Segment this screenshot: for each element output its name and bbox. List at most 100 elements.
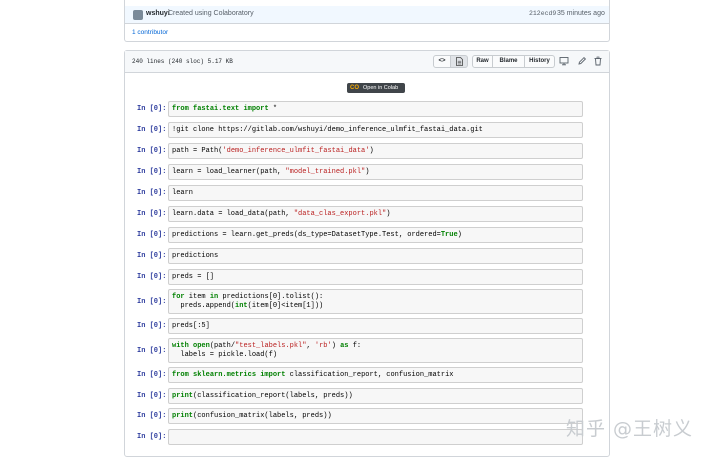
commit-sha-link[interactable]: 212ecd9 [529, 10, 556, 17]
code-icon: <> [438, 58, 446, 64]
cell-prompt: In [0]: [137, 297, 167, 306]
code-token: 'rb' [314, 342, 332, 350]
code-line: learn.data = load_data(path, "data_clas_… [172, 210, 579, 219]
code-token: , [306, 342, 315, 350]
code-input[interactable]: with open(path/"test_labels.pkl", 'rb') … [168, 338, 583, 363]
colab-badge-label: Open in Colab [363, 85, 399, 91]
code-token: sklearn.metrics [193, 371, 257, 379]
code-token: print [172, 392, 194, 400]
latest-commit-bar: wshuyi Created using Colaboratory 212ecd… [125, 6, 609, 24]
code-input[interactable]: predictions = learn.get_preds(ds_type=Da… [168, 227, 583, 243]
code-token: open [193, 342, 210, 350]
cell-prompt: In [0]: [137, 273, 167, 281]
code-input[interactable] [168, 429, 583, 445]
code-token: from [172, 105, 189, 113]
code-input[interactable]: path = Path('demo_inference_ulmfit_fasta… [168, 143, 583, 159]
open-in-colab-badge[interactable]: CO Open in Colab [347, 83, 405, 93]
code-token: !git clone https://gitlab.com/wshuyi/dem… [172, 126, 483, 134]
commit-box: wshuyi Created using Colaboratory 212ecd… [124, 0, 610, 42]
code-token: import [260, 371, 286, 379]
code-token: 'demo_inference_ulmfit_fastai_data' [222, 147, 370, 155]
code-line: print(confusion_matrix(labels, preds)) [172, 412, 579, 421]
code-token: ) [457, 231, 462, 239]
file-info: 240 lines (240 sloc) 5.17 KB [132, 58, 233, 65]
code-line: from fastai.text import * [172, 105, 579, 114]
cell-prompt: In [0]: [137, 231, 167, 239]
history-button[interactable]: History [525, 55, 555, 68]
code-line: learn = load_learner(path, "model_traine… [172, 168, 579, 177]
code-line: learn [172, 189, 579, 198]
cell-prompt: In [0]: [137, 433, 167, 441]
code-token: (confusion_matrix(labels, preds)) [193, 412, 332, 420]
code-line: labels = pickle.load(f) [172, 351, 579, 360]
code-line: predictions = learn.get_preds(ds_type=Da… [172, 231, 579, 240]
code-input[interactable]: print(confusion_matrix(labels, preds)) [168, 408, 583, 424]
commit-message[interactable]: Created using Colaboratory [168, 10, 254, 17]
code-line: !git clone https://gitlab.com/wshuyi/dem… [172, 126, 579, 135]
code-token: predictions[0].tolist(): [218, 293, 324, 301]
code-token: int [235, 302, 248, 310]
code-view-button[interactable]: <> [433, 55, 451, 68]
code-input[interactable]: predictions [168, 248, 583, 264]
code-input[interactable]: learn [168, 185, 583, 201]
code-input[interactable]: learn.data = load_data(path, "data_clas_… [168, 206, 583, 222]
pencil-icon[interactable] [577, 56, 587, 66]
code-token: from [172, 371, 189, 379]
code-token: learn = load_learner(path, [172, 168, 286, 176]
commit-author-link[interactable]: wshuyi [146, 10, 170, 17]
raw-button[interactable]: Raw [472, 55, 493, 68]
code-token: * [268, 105, 278, 113]
code-token: True [440, 231, 458, 239]
avatar[interactable] [133, 10, 143, 20]
code-token: preds.append( [172, 302, 236, 310]
code-token: fastai.text [193, 105, 240, 113]
cell-prompt: In [0]: [137, 126, 167, 134]
code-line: preds.append(int(item[0]<item[1])) [172, 302, 579, 311]
code-line: for item in predictions[0].tolist(): [172, 293, 579, 302]
cell-prompt: In [0]: [137, 371, 167, 379]
code-input[interactable]: learn = load_learner(path, "model_traine… [168, 164, 583, 180]
code-input[interactable]: from sklearn.metrics import classificati… [168, 367, 583, 383]
code-token: for [172, 293, 185, 301]
code-token: with [172, 342, 189, 350]
cell-prompt: In [0]: [137, 346, 167, 355]
code-input[interactable]: !git clone https://gitlab.com/wshuyi/dem… [168, 122, 583, 138]
code-token: ) [365, 168, 370, 176]
desktop-icon[interactable] [559, 56, 569, 66]
file-header: 240 lines (240 sloc) 5.17 KB <> Raw Blam… [125, 51, 609, 73]
cell-prompt: In [0]: [137, 322, 167, 330]
code-input[interactable]: preds[:5] [168, 318, 583, 334]
code-line: predictions [172, 252, 579, 261]
code-token: print [172, 412, 194, 420]
code-token: learn [172, 189, 194, 197]
code-token: ) [369, 147, 374, 155]
code-input[interactable]: from fastai.text import * [168, 101, 583, 117]
cell-prompt: In [0]: [137, 189, 167, 197]
code-token: item [184, 293, 210, 301]
code-line: preds = [] [172, 273, 579, 282]
code-input[interactable]: for item in predictions[0].tolist(): pre… [168, 289, 583, 314]
file-view-button[interactable] [451, 55, 468, 68]
code-token: (classification_report(labels, preds)) [193, 392, 353, 400]
code-token: "test_labels.pkl" [235, 342, 307, 350]
code-line: with open(path/"test_labels.pkl", 'rb') … [172, 342, 579, 351]
code-token: f: [348, 342, 362, 350]
file-box: 240 lines (240 sloc) 5.17 KB <> Raw Blam… [124, 50, 610, 457]
cell-prompt: In [0]: [137, 392, 167, 400]
commit-time: 35 minutes ago [557, 10, 605, 17]
code-input[interactable]: print(classification_report(labels, pred… [168, 388, 583, 404]
file-icon [455, 57, 463, 66]
cell-prompt: In [0]: [137, 168, 167, 176]
cell-prompt: In [0]: [137, 105, 167, 113]
code-input[interactable]: preds = [] [168, 269, 583, 285]
code-token: preds = [] [172, 273, 215, 281]
watermark: 知乎 @王树义 [566, 418, 694, 440]
trash-icon[interactable] [593, 56, 603, 66]
code-token: (item[0]<item[1])) [247, 302, 324, 310]
contributors-link[interactable]: 1 contributor [132, 29, 168, 36]
code-token: path = Path( [172, 147, 223, 155]
code-token: ) [386, 210, 391, 218]
code-token: "model_trained.pkl" [285, 168, 366, 176]
blame-button[interactable]: Blame [493, 55, 525, 68]
code-token: as [340, 342, 349, 350]
